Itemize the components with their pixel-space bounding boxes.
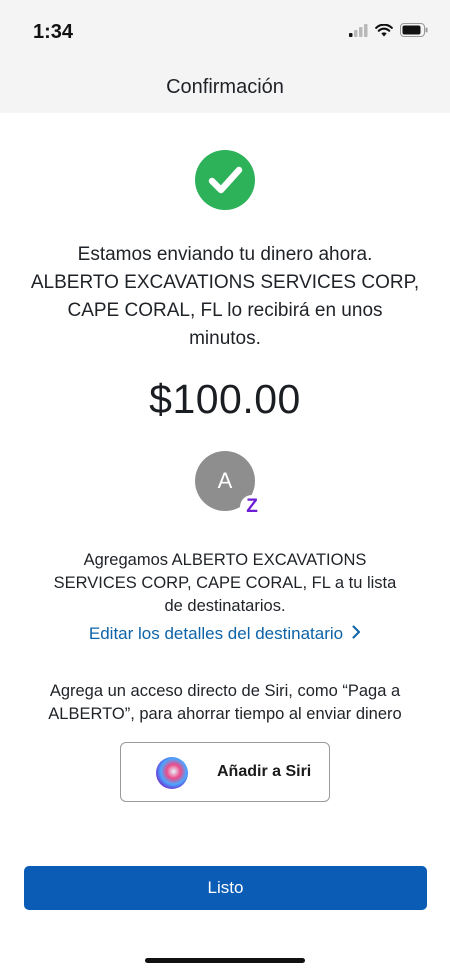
chevron-right-icon [352,624,361,644]
battery-icon [400,23,428,42]
edit-recipient-link[interactable]: Editar los detalles del destinatario [0,624,450,644]
home-indicator[interactable] [145,958,305,963]
confirmation-message: Estamos enviando tu dinero ahora. ALBERT… [30,241,420,353]
edit-recipient-label: Editar los detalles del destinatario [88,624,344,643]
added-line: de destinatarios. [164,597,286,615]
siri-hint-text: Agrega un acceso directo de Siri, como “… [30,680,420,726]
message-line: Estamos enviando tu dinero ahora. [77,244,373,265]
add-to-siri-button[interactable]: Añadir a Siri [120,742,330,802]
added-line: Agregamos ALBERTO EXCAVATIONS [83,551,367,569]
done-label: Listo [207,878,244,897]
wifi-icon [375,23,393,42]
zelle-badge-icon: Z [240,495,264,519]
status-icons [349,23,428,42]
message-line: ALBERTO EXCAVATIONS SERVICES CORP, [30,272,420,293]
add-to-siri-label: Añadir a Siri [217,763,312,780]
status-bar: 1:34 [0,0,450,64]
message-line: minutos. [189,328,261,349]
siri-icon [156,757,188,789]
done-button[interactable]: Listo [24,866,427,910]
status-time: 1:34 [33,21,74,43]
zelle-badge-text: Z [246,496,258,517]
avatar-initial: A [217,468,233,493]
page-title: Confirmación [166,76,284,98]
added-line: SERVICES CORP, CAPE CORAL, FL a tu lista [53,574,397,592]
siri-hint-line: ALBERTO”, para ahorrar tiempo al enviar … [48,705,402,723]
sent-amount: $100.00 [149,376,301,422]
check-circle-icon [195,150,255,210]
cellular-signal-icon [349,23,368,42]
message-line: CAPE CORAL, FL lo recibirá en unos [67,300,383,321]
siri-hint-line: Agrega un acceso directo de Siri, como “… [49,682,401,700]
recipient-added-text: Agregamos ALBERTO EXCAVATIONS SERVICES C… [40,549,410,618]
